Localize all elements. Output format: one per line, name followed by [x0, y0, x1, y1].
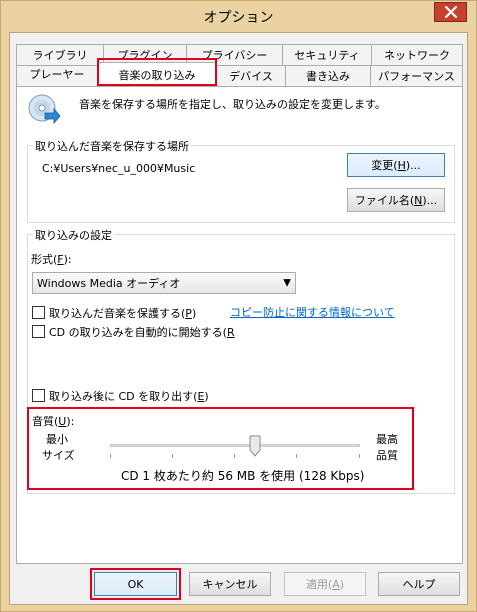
- protect-label-post: ): [191, 307, 197, 320]
- protect-music-label: 取り込んだ音楽を保護する(P): [49, 305, 196, 321]
- quality-label-post: ):: [66, 415, 75, 428]
- apply-button-key: A: [332, 577, 340, 591]
- quality-description: CD 1 枚あたり約 56 MB を使用 (128 Kbps): [121, 469, 365, 483]
- quality-label-pre: 音質(: [32, 415, 59, 428]
- ok-button[interactable]: OK: [94, 572, 177, 596]
- tab-rip-music[interactable]: 音楽の取り込み: [98, 62, 216, 86]
- rip-settings-group-title: 取り込みの設定: [33, 227, 114, 243]
- quality-min-label-line1: 最小: [46, 433, 68, 446]
- chevron-down-icon: ▼: [283, 277, 291, 289]
- help-button[interactable]: ヘルプ: [378, 572, 460, 596]
- close-button[interactable]: [434, 2, 467, 22]
- window-title: オプション: [203, 10, 274, 26]
- filename-button-pre: ファイル名(: [354, 194, 415, 207]
- quality-max-label-line1: 最高: [376, 433, 398, 446]
- eject-after-rip-label: 取り込み後に CD を取り出す(E): [49, 388, 209, 404]
- eject-label-pre: 取り込み後に CD を取り出す(: [49, 390, 198, 403]
- format-select[interactable]: Windows Media オーディオ ▼: [32, 272, 296, 294]
- protect-label-key: P: [185, 307, 192, 320]
- protect-label-pre: 取り込んだ音楽を保護する(: [49, 307, 186, 320]
- quality-min-label-line2: サイズ: [42, 449, 75, 462]
- filename-button-post: )...: [422, 193, 438, 207]
- header-description: 音楽を保存する場所を指定し、取り込みの設定を変更します。: [79, 98, 386, 111]
- tab-library[interactable]: ライブラリ: [16, 44, 104, 65]
- change-button-pre: 変更(: [371, 159, 398, 172]
- tab-security[interactable]: セキュリティ: [282, 44, 372, 65]
- close-icon: [444, 6, 457, 18]
- auto-rip-label-pre: CD の取り込みを自動的に開始する(: [49, 326, 227, 339]
- apply-button[interactable]: 適用(A): [284, 572, 366, 596]
- quality-slider-ticks: [110, 454, 360, 458]
- title-bar[interactable]: オプション: [1, 1, 476, 31]
- copy-protection-link[interactable]: コピー防止に関する情報について: [230, 304, 395, 320]
- file-name-button[interactable]: ファイル名(N)...: [347, 188, 445, 212]
- apply-button-pre: 適用(: [305, 578, 333, 591]
- save-location-group-title: 取り込んだ音楽を保存する場所: [33, 138, 191, 154]
- eject-label-post: ): [204, 390, 209, 403]
- format-select-value: Windows Media オーディオ: [37, 277, 181, 290]
- format-label-pre: 形式(: [31, 253, 58, 266]
- tab-performance[interactable]: パフォーマンス: [370, 65, 463, 86]
- filename-button-key: N: [414, 193, 423, 207]
- auto-rip-label: CD の取り込みを自動的に開始する(R: [49, 324, 235, 340]
- cd-rip-icon: [28, 94, 61, 124]
- tab-network[interactable]: ネットワーク: [371, 44, 463, 65]
- change-button-key: H: [397, 158, 406, 172]
- tab-burn[interactable]: 書き込み: [285, 65, 371, 86]
- quality-slider-thumb[interactable]: [249, 435, 261, 457]
- auto-rip-checkbox[interactable]: [32, 325, 45, 338]
- apply-button-post: ): [339, 577, 345, 591]
- format-label: 形式(F):: [31, 251, 72, 267]
- change-button-post: )...: [405, 158, 421, 172]
- eject-after-rip-checkbox[interactable]: [32, 389, 45, 402]
- auto-rip-label-key: R: [226, 326, 235, 339]
- quality-max-label-line2: 品質: [376, 449, 398, 462]
- save-location-path: C:¥Users¥nec_u_000¥Music: [42, 162, 196, 175]
- quality-label: 音質(U):: [32, 413, 74, 429]
- change-location-button[interactable]: 変更(H)...: [347, 153, 445, 177]
- tab-devices[interactable]: デバイス: [216, 65, 286, 86]
- quality-slider-track[interactable]: [110, 444, 360, 447]
- protect-music-checkbox[interactable]: [32, 306, 45, 319]
- options-dialog: オプション ライブラリ プラグイン プライバシー セキュリティ ネットワーク プ…: [0, 0, 477, 612]
- cancel-button[interactable]: キャンセル: [189, 572, 271, 596]
- format-label-post: ):: [63, 253, 72, 266]
